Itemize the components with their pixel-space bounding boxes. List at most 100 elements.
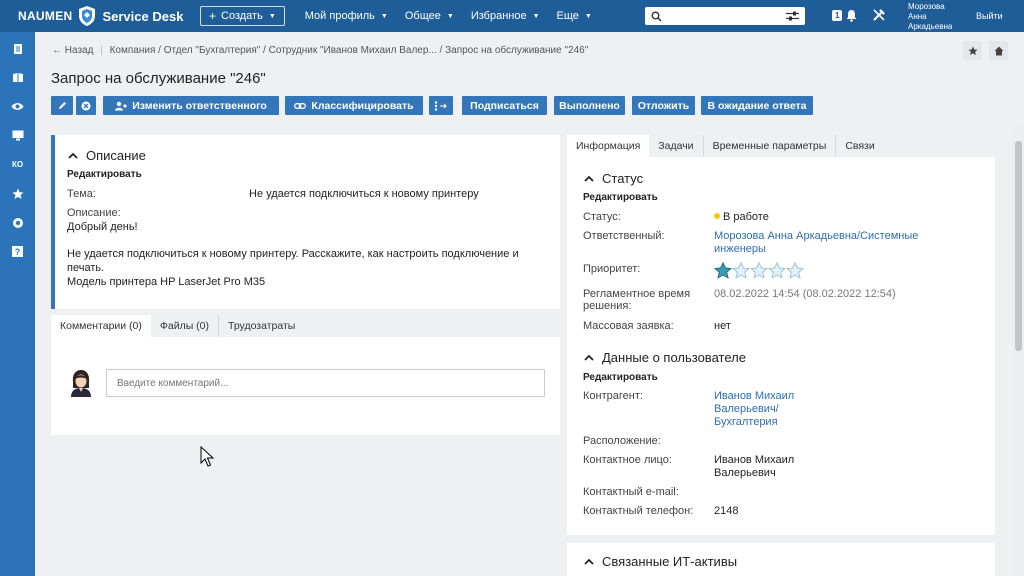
document-icon[interactable] [0,34,35,63]
sidebar-item-ko[interactable]: КО [0,150,35,179]
menu-label: Мой профиль [304,10,375,22]
subscribe-button[interactable]: Подписаться [462,96,547,115]
classify-label: Классифицировать [311,99,414,112]
menu-my-profile[interactable]: Мой профиль ▼ [305,10,388,22]
menu-label: Еще [556,10,579,22]
description-panel: Описание Редактировать Тема: Не удается … [51,135,560,309]
user-data-section-title[interactable]: Данные о пользователе [584,350,746,365]
comment-input[interactable] [106,369,545,397]
edit-button[interactable] [51,96,73,115]
globe-icon[interactable] [0,208,35,237]
scrollbar-thumb[interactable] [1015,141,1022,351]
star-empty-icon[interactable] [750,262,768,279]
top-bar: NAUMEN Service Desk + Создать ▼ Мой проф… [0,0,1024,32]
search-input[interactable] [645,7,805,25]
change-responsible-label: Изменить ответственного [132,99,267,112]
tab-comments[interactable]: Комментарии (0) [51,315,151,337]
breadcrumb-item-department[interactable]: Отдел "Бухгалтерия" [164,45,261,56]
breadcrumb-item-company[interactable]: Компания [110,45,156,56]
tab-tasks[interactable]: Задачи [649,135,704,157]
tools-icon[interactable] [872,8,886,22]
filter-settings-icon[interactable] [786,11,799,21]
responsible-link[interactable]: Морозова Анна Аркадьевна/Системные [714,230,918,242]
tab-time-parameters[interactable]: Временные параметры [704,135,837,157]
chevron-up-icon [584,558,594,565]
contact-person-label: Контактное лицо: [583,454,672,466]
section-title-text: Связанные ИТ-активы [602,554,738,569]
create-button[interactable]: + Создать ▼ [200,6,285,26]
chevron-up-icon [584,354,594,361]
location-label: Расположение: [583,435,661,447]
logout-link[interactable]: Выйти [976,11,1003,21]
status-edit-link[interactable]: Редактировать [583,192,658,203]
monitor-icon[interactable] [0,121,35,150]
subject-label: Тема: [67,188,96,200]
priority-rating[interactable] [714,262,804,279]
home-icon[interactable] [989,41,1008,60]
menu-general[interactable]: Общее ▼ [405,10,454,22]
classify-button[interactable]: Классифицировать [285,96,423,115]
tab-labor-costs[interactable]: Трудозатраты [219,315,304,337]
close-circle-icon [81,101,91,110]
change-responsible-button[interactable]: Изменить ответственного [103,96,279,115]
mass-request-label: Массовая заявка: [583,320,674,332]
responsible-link[interactable]: инженеры [714,243,766,255]
favorite-star-icon[interactable] [963,41,982,60]
client-link[interactable]: Иванов Михаил [714,390,794,402]
contact-phone-label: Контактный телефон: [583,505,694,517]
menu-favorites[interactable]: Избранное ▼ [471,10,540,22]
cancel-request-button[interactable] [76,96,96,115]
star-empty-icon[interactable] [732,262,750,279]
breadcrumb-item-employee[interactable]: Сотрудник "Иванов Михаил Валер... [269,45,437,56]
done-button[interactable]: Выполнено [554,96,625,115]
section-title-text: Описание [86,148,146,163]
user-name-line: Морозова [908,2,945,11]
postpone-button[interactable]: Отложить [632,96,695,115]
star-empty-icon[interactable] [768,262,786,279]
left-sidebar: КО ? [0,32,35,576]
page-scrollbar[interactable] [1013,127,1024,576]
menu-label: Общее [404,10,441,22]
star-filled-icon[interactable] [714,262,732,279]
linked-assets-section-title[interactable]: Связанные ИТ-активы [584,554,737,569]
chevron-down-icon: ▼ [446,12,454,20]
tab-links[interactable]: Связи [836,135,883,157]
chevron-down-icon: ▼ [584,12,592,20]
app-logo[interactable]: NAUMEN Service Desk [0,0,196,32]
user-name-line: Аркадьевна [908,22,953,31]
description-label: Описание: [67,207,121,219]
client-label: Контрагент: [583,390,643,402]
menu-more[interactable]: Еще ▼ [557,10,592,22]
add-user-icon [115,101,128,110]
deadline-label: Регламентное время [583,288,691,300]
description-text-line: Не удается подключиться к новому принтер… [67,248,519,260]
awaiting-response-button[interactable]: В ожидание ответа [701,96,813,115]
star-empty-icon[interactable] [786,262,804,279]
contact-email-label: Контактный e-mail: [583,486,679,498]
notification-count-badge[interactable]: 1 [832,10,843,21]
avatar [71,370,91,397]
book-icon[interactable] [0,63,35,92]
svg-text:?: ? [15,247,21,257]
contact-person-value: Иванов Михаил [714,454,795,466]
chevron-down-icon: ▼ [532,12,540,20]
more-actions-button[interactable] [429,96,453,115]
chevron-down-icon: ▼ [380,12,388,20]
description-text-line: печать. [67,262,105,274]
current-user[interactable]: Морозова Анна Аркадьевна [908,2,952,32]
tab-information[interactable]: Информация [567,135,650,157]
client-link[interactable]: Валерьевич/ [714,403,779,415]
help-icon[interactable]: ? [0,237,35,266]
back-link[interactable]: ← Назад [52,45,93,56]
tab-files[interactable]: Файлы (0) [151,315,220,337]
status-section-title[interactable]: Статус [584,171,643,186]
eye-icon[interactable] [0,92,35,121]
bell-icon[interactable] [846,9,857,22]
description-text-line: Добрый день! [67,221,138,233]
client-link[interactable]: Бухгалтерия [714,416,778,428]
star-icon[interactable] [0,179,35,208]
plus-icon: + [209,9,217,23]
user-data-edit-link[interactable]: Редактировать [583,372,658,383]
description-section-title[interactable]: Описание [68,148,146,163]
description-edit-link[interactable]: Редактировать [67,169,142,180]
